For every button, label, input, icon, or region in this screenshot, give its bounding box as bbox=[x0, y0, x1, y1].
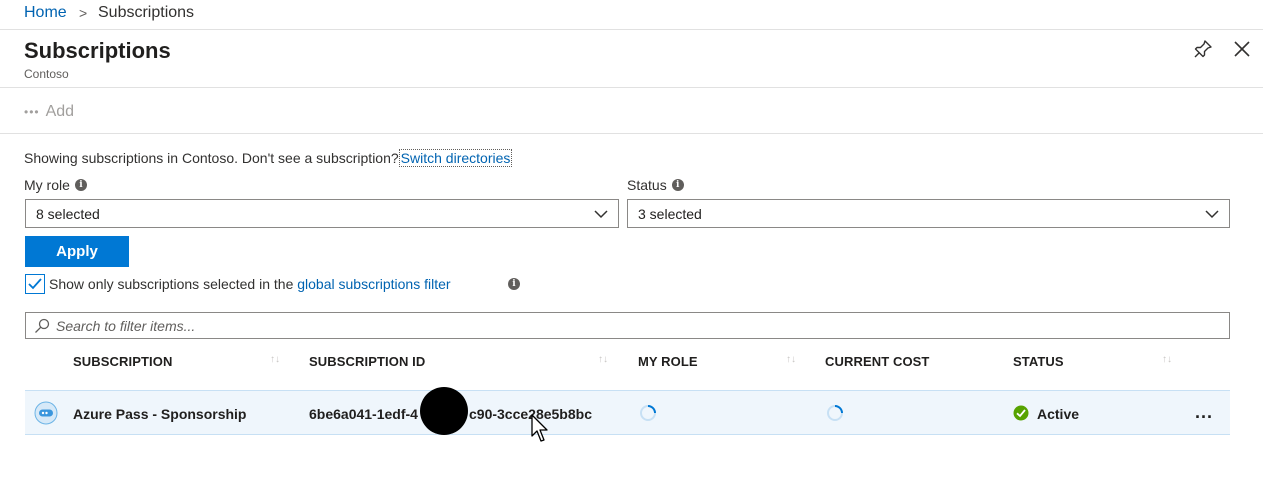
column-header-my-role[interactable]: MY ROLE bbox=[638, 354, 698, 369]
apply-button[interactable]: Apply bbox=[25, 236, 129, 267]
header-divider bbox=[0, 87, 1263, 88]
info-icon[interactable]: i bbox=[508, 278, 520, 290]
switch-directories-link[interactable]: Switch directories bbox=[398, 149, 513, 167]
column-header-subscription-id[interactable]: SUBSCRIPTION ID bbox=[309, 354, 425, 369]
global-filter-text: Show only subscriptions selected in the bbox=[49, 276, 294, 292]
breadcrumb: Home > Subscriptions bbox=[0, 0, 1263, 30]
my-role-value: 8 selected bbox=[36, 206, 100, 222]
close-icon[interactable] bbox=[1232, 39, 1252, 59]
sort-icon[interactable]: ↑↓ bbox=[786, 354, 796, 365]
global-filter-checkbox[interactable] bbox=[25, 274, 45, 294]
more-options-button[interactable]: ... bbox=[1195, 402, 1213, 423]
page-title: Subscriptions bbox=[24, 38, 171, 63]
breadcrumb-current: Subscriptions bbox=[98, 4, 195, 21]
my-role-label-text: My role bbox=[24, 177, 70, 193]
subscription-key-icon bbox=[34, 401, 58, 425]
loading-spinner-icon bbox=[640, 405, 656, 421]
column-header-current-cost[interactable]: CURRENT COST bbox=[825, 354, 929, 369]
more-dots-icon: ••• bbox=[24, 105, 40, 119]
status-dropdown[interactable]: 3 selected bbox=[627, 199, 1230, 228]
sort-icon[interactable]: ↑↓ bbox=[1162, 354, 1172, 365]
sort-icon[interactable]: ↑↓ bbox=[270, 354, 280, 365]
add-button-label: Add bbox=[45, 103, 75, 120]
status-label-text: Status bbox=[627, 177, 667, 193]
subscription-id-start: 6be6a041-1edf-4 bbox=[309, 406, 418, 422]
column-header-subscription[interactable]: SUBSCRIPTION bbox=[73, 354, 172, 369]
mouse-cursor-icon bbox=[531, 414, 548, 442]
search-input[interactable]: Search to filter items... bbox=[25, 312, 1230, 339]
directory-info: Showing subscriptions in Contoso. Don't … bbox=[24, 149, 513, 167]
status-label: Status i bbox=[627, 177, 684, 193]
directory-info-text: Showing subscriptions in Contoso. Don't … bbox=[24, 150, 399, 166]
my-role-label: My role i bbox=[24, 177, 87, 193]
sort-icon[interactable]: ↑↓ bbox=[598, 354, 608, 365]
status-active-icon bbox=[1013, 405, 1029, 421]
search-placeholder: Search to filter items... bbox=[56, 317, 196, 334]
search-icon bbox=[35, 318, 50, 333]
checkmark-icon bbox=[28, 278, 42, 290]
status-text: Active bbox=[1037, 406, 1080, 422]
add-button[interactable]: ••• Add bbox=[24, 102, 74, 122]
global-subscriptions-filter-link[interactable]: global subscriptions filter bbox=[297, 276, 450, 292]
chevron-down-icon bbox=[594, 210, 608, 219]
chevron-down-icon bbox=[1205, 210, 1219, 219]
info-icon[interactable]: i bbox=[671, 179, 684, 191]
status-value: 3 selected bbox=[638, 206, 702, 222]
my-role-dropdown[interactable]: 8 selected bbox=[25, 199, 619, 228]
loading-spinner-icon bbox=[827, 405, 843, 421]
subscription-name[interactable]: Azure Pass - Sponsorship bbox=[73, 406, 246, 422]
breadcrumb-home-link[interactable]: Home bbox=[24, 4, 67, 22]
breadcrumb-separator: > bbox=[79, 5, 88, 21]
redaction-mark bbox=[420, 387, 468, 435]
pin-icon[interactable] bbox=[1192, 38, 1214, 60]
command-bar-divider bbox=[0, 133, 1263, 134]
global-filter-checkbox-label: Show only subscriptions selected in the … bbox=[49, 276, 451, 292]
info-icon[interactable]: i bbox=[74, 179, 87, 191]
column-header-status[interactable]: STATUS bbox=[1013, 354, 1064, 369]
page-subtitle: Contoso bbox=[24, 67, 69, 81]
